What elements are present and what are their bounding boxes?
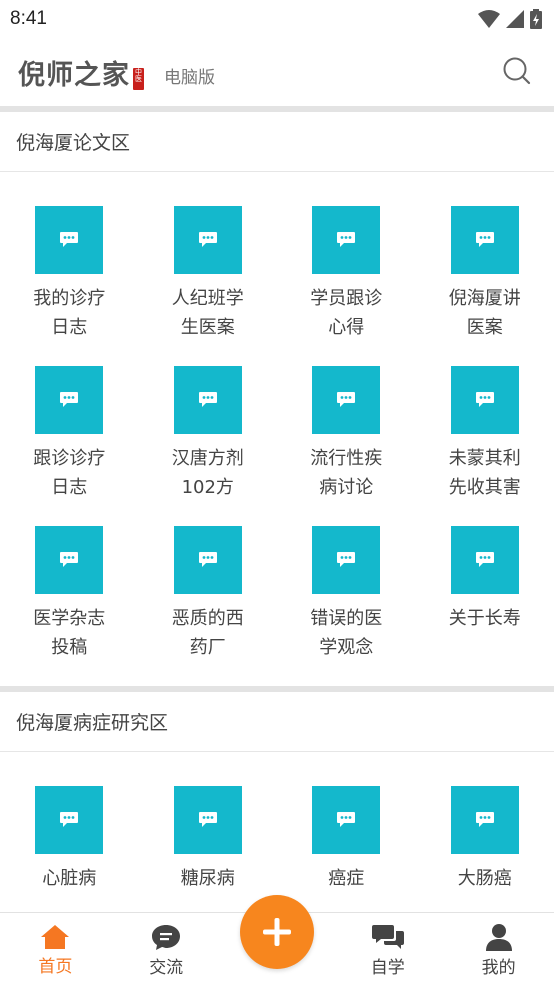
- search-icon: [503, 57, 531, 85]
- nav-home[interactable]: 首页: [0, 913, 111, 984]
- grid-item[interactable]: 我的诊疗日志: [0, 206, 139, 366]
- tile: [173, 206, 242, 274]
- nav-label: 自学: [370, 958, 405, 978]
- chat-bubble-icon: [198, 392, 217, 407]
- grid-item[interactable]: 倪海厦讲医案: [416, 206, 554, 366]
- home-icon: [41, 925, 70, 949]
- logo[interactable]: 倪师之家 中医: [18, 53, 144, 92]
- item-label: 错误的医学观念: [310, 608, 383, 658]
- item-label: 人纪班学生医案: [171, 288, 244, 338]
- status-icons: [478, 9, 542, 29]
- plus-icon: [262, 918, 291, 946]
- chat-bubble-icon: [337, 232, 356, 247]
- item-label: 流行性疾病讨论: [310, 448, 383, 498]
- status-time: 8:41: [10, 8, 47, 29]
- app-header: 倪师之家 中医 电脑版: [0, 38, 554, 106]
- chat-bubble-icon: [475, 232, 494, 247]
- item-label: 医学杂志投稿: [33, 608, 106, 658]
- chat-bubble-icon: [475, 812, 494, 827]
- chat-bubble-icon: [337, 812, 356, 827]
- item-label: 心脏病: [42, 868, 97, 889]
- item-label: 我的诊疗日志: [33, 288, 106, 338]
- item-label: 恶质的西药厂: [171, 608, 244, 658]
- chat-bubble-icon: [337, 552, 356, 567]
- tile: [312, 526, 381, 594]
- section-title: 倪海厦论文区: [0, 112, 554, 172]
- logo-text: 倪师之家: [18, 59, 130, 91]
- chat-bubble-icon: [60, 812, 79, 827]
- tile: [173, 786, 242, 854]
- nav-label: 首页: [38, 957, 73, 977]
- item-label: 跟诊诊疗日志: [33, 448, 106, 498]
- tile: [450, 786, 519, 854]
- desktop-version-link[interactable]: 电脑版: [164, 63, 215, 88]
- tile: [312, 366, 381, 434]
- tile: [312, 786, 381, 854]
- logo-seal: 中医: [133, 67, 144, 90]
- chat-bubble-icon: [337, 392, 356, 407]
- chat-icon: [371, 925, 404, 949]
- tile: [450, 366, 519, 434]
- battery-icon: [530, 9, 542, 29]
- add-post-button[interactable]: [239, 895, 314, 969]
- chat-bubble-icon: [60, 552, 79, 567]
- item-label: 倪海厦讲医案: [448, 288, 521, 338]
- paper-section: 倪海厦论文区 我的诊疗日志 人纪班学生医案 学员跟诊心得 倪海厦讲医案 跟诊诊疗…: [0, 112, 554, 686]
- item-label: 未蒙其利先收其害: [448, 448, 521, 498]
- chat-bubble-icon: [475, 552, 494, 567]
- user-icon: [485, 924, 512, 951]
- nav-mine[interactable]: 我的: [443, 913, 554, 984]
- nav-label: 我的: [481, 958, 516, 978]
- status-bar: 8:41: [0, 0, 554, 38]
- nav-study[interactable]: 自学: [332, 913, 443, 984]
- chat-bubble-icon: [475, 392, 494, 407]
- item-label: 汉唐方剂102方: [171, 448, 244, 498]
- message-icon: [152, 925, 181, 950]
- grid-item[interactable]: 关于长寿: [416, 526, 554, 686]
- tile: [450, 206, 519, 274]
- chat-bubble-icon: [60, 392, 79, 407]
- tile: [173, 366, 242, 434]
- grid-item[interactable]: 学员跟诊心得: [277, 206, 416, 366]
- nav-center: [222, 895, 333, 984]
- item-label: 关于长寿: [448, 608, 521, 629]
- item-label: 糖尿病: [180, 868, 235, 889]
- chat-bubble-icon: [198, 552, 217, 567]
- grid-item[interactable]: 医学杂志投稿: [0, 526, 139, 686]
- tile: [35, 206, 104, 274]
- grid-item[interactable]: 汉唐方剂102方: [139, 366, 278, 526]
- section-title: 倪海厦病症研究区: [0, 692, 554, 752]
- tile: [173, 526, 242, 594]
- search-button[interactable]: [502, 56, 532, 86]
- chat-bubble-icon: [198, 232, 217, 247]
- grid-item[interactable]: 恶质的西药厂: [139, 526, 278, 686]
- bottom-nav: 首页 交流 自学 我的: [0, 895, 554, 984]
- tile: [35, 366, 104, 434]
- nav-exchange[interactable]: 交流: [111, 913, 222, 984]
- tile: [35, 526, 104, 594]
- grid-item[interactable]: 人纪班学生医案: [139, 206, 278, 366]
- tile: [35, 786, 104, 854]
- wifi-icon: [478, 10, 500, 28]
- chat-bubble-icon: [198, 812, 217, 827]
- grid-item[interactable]: 流行性疾病讨论: [277, 366, 416, 526]
- grid-item[interactable]: 未蒙其利先收其害: [416, 366, 554, 526]
- signal-icon: [506, 10, 524, 28]
- nav-label: 交流: [149, 958, 184, 978]
- chat-bubble-icon: [60, 232, 79, 247]
- item-label: 大肠癌: [457, 868, 512, 889]
- item-label: 癌症: [328, 868, 365, 889]
- tile: [450, 526, 519, 594]
- grid-item[interactable]: 跟诊诊疗日志: [0, 366, 139, 526]
- item-label: 学员跟诊心得: [310, 288, 383, 338]
- tile: [312, 206, 381, 274]
- grid-item[interactable]: 错误的医学观念: [277, 526, 416, 686]
- paper-grid: 我的诊疗日志 人纪班学生医案 学员跟诊心得 倪海厦讲医案 跟诊诊疗日志 汉唐方剂…: [0, 172, 554, 686]
